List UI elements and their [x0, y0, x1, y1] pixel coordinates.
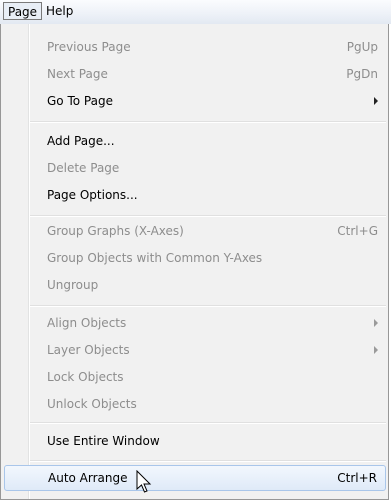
- menu-separator: [30, 460, 386, 462]
- submenu-arrow-icon: [374, 346, 378, 354]
- submenu-arrow-icon: [374, 319, 378, 327]
- menu-item-shortcut: PgDn: [346, 67, 378, 81]
- menu-separator: [30, 422, 386, 424]
- menu-item-label: Use Entire Window: [47, 434, 160, 448]
- menu-item-label: Add Page...: [47, 134, 115, 148]
- mouse-pointer-icon: [136, 470, 152, 493]
- menu-item-ungroup[interactable]: Ungroup: [4, 272, 386, 298]
- menu-item-shortcut: PgUp: [346, 40, 378, 54]
- menu-item-label: Lock Objects: [47, 370, 124, 384]
- page-menu: Previous Page PgUp Next Page PgDn Go To …: [0, 24, 389, 500]
- menu-item-align-objects[interactable]: Align Objects: [4, 310, 386, 336]
- menu-item-auto-arrange[interactable]: Auto Arrange Ctrl+R: [4, 465, 386, 491]
- menu-item-label: Align Objects: [47, 316, 127, 330]
- menu-item-label: Next Page: [47, 67, 108, 81]
- menu-item-label: Group Graphs (X-Axes): [47, 224, 184, 238]
- menu-item-go-to-page[interactable]: Go To Page: [4, 88, 386, 114]
- menu-item-add-page[interactable]: Add Page...: [4, 128, 386, 154]
- menu-item-lock-objects[interactable]: Lock Objects: [4, 364, 386, 390]
- menu-separator: [30, 121, 386, 123]
- menu-item-shortcut: Ctrl+R: [337, 471, 377, 485]
- menu-item-previous-page[interactable]: Previous Page PgUp: [4, 34, 386, 60]
- menu-item-delete-page[interactable]: Delete Page: [4, 155, 386, 181]
- menu-item-label: Unlock Objects: [47, 397, 137, 411]
- menu-item-label: Delete Page: [47, 161, 120, 175]
- menu-separator: [30, 215, 386, 217]
- submenu-arrow-icon: [374, 97, 378, 105]
- menu-item-label: Auto Arrange: [48, 471, 128, 485]
- menu-item-label: Page Options...: [47, 188, 138, 202]
- menubar-item-page[interactable]: Page: [3, 2, 43, 20]
- menu-item-label: Group Objects with Common Y-Axes: [47, 251, 263, 265]
- menu-item-label: Layer Objects: [47, 343, 130, 357]
- menubar-item-help[interactable]: Help: [42, 2, 77, 20]
- menu-bar: Page Help: [0, 0, 391, 24]
- menu-item-use-entire-window[interactable]: Use Entire Window: [4, 428, 386, 454]
- menu-item-unlock-objects[interactable]: Unlock Objects: [4, 391, 386, 417]
- menu-item-label: Ungroup: [47, 278, 99, 292]
- menu-item-page-options[interactable]: Page Options...: [4, 182, 386, 208]
- menu-item-next-page[interactable]: Next Page PgDn: [4, 61, 386, 87]
- menu-item-group-graphs[interactable]: Group Graphs (X-Axes) Ctrl+G: [4, 218, 386, 244]
- menu-item-label: Go To Page: [47, 94, 113, 108]
- menu-separator: [30, 305, 386, 307]
- menu-item-group-objects-common-y[interactable]: Group Objects with Common Y-Axes: [4, 245, 386, 271]
- menu-item-layer-objects[interactable]: Layer Objects: [4, 337, 386, 363]
- menu-item-shortcut: Ctrl+G: [337, 224, 378, 238]
- menu-item-label: Previous Page: [47, 40, 131, 54]
